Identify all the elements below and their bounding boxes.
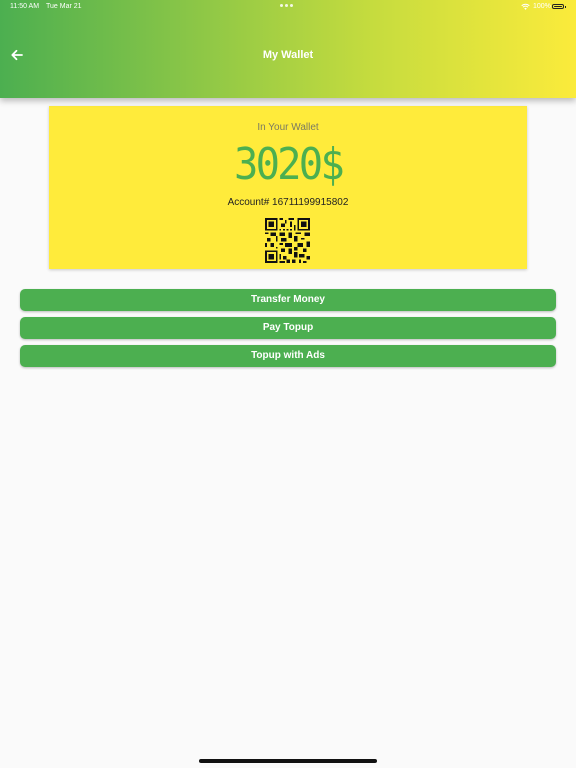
transfer-money-button[interactable]: Transfer Money	[20, 289, 556, 311]
page-title: My Wallet	[262, 49, 314, 61]
topup-with-ads-button[interactable]: Topup with Ads	[20, 345, 556, 367]
account-number: Account# 16711199915802	[227, 197, 349, 208]
app-header: 11:50 AM Tue Mar 21 100% My Wallet	[0, 0, 576, 98]
multitasking-dots-icon[interactable]	[280, 4, 293, 7]
battery-percent: 100%	[533, 3, 551, 10]
wallet-card: In Your Wallet 3020$ Account# 1671119991…	[49, 106, 527, 269]
wifi-icon	[521, 3, 530, 10]
qr-code-icon[interactable]	[265, 218, 310, 263]
wallet-label: In Your Wallet	[257, 122, 319, 133]
home-indicator[interactable]	[199, 759, 377, 763]
status-bar: 11:50 AM Tue Mar 21 100%	[0, 0, 576, 14]
battery-icon	[552, 4, 566, 9]
status-time: 11:50 AM	[10, 3, 40, 10]
wallet-balance: 3020$	[233, 139, 345, 190]
status-date: Tue Mar 21	[46, 3, 82, 10]
pay-topup-button[interactable]: Pay Topup	[20, 317, 556, 339]
